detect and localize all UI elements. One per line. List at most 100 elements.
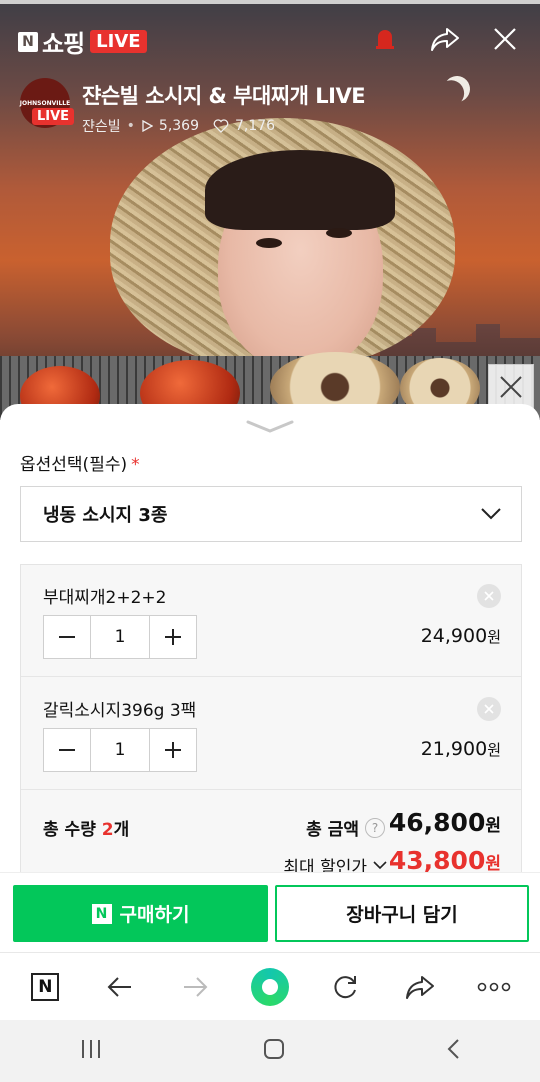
plus-icon [165,629,181,645]
discount-value: 43,800 [388,846,486,874]
selected-option: 냉동 소시지 3종 [43,505,168,526]
purchase-actions: N 구매하기 장바구니 담기 [0,872,540,952]
selected-item: 갈릭소시지396g 3팩 1 21,900원 [21,678,521,790]
add-to-cart-button[interactable]: 장바구니 담기 [275,885,529,942]
total-quantity: 총 수량 2개 [43,815,129,840]
cart-label: 장바구니 담기 [346,904,458,926]
back-arrow-icon [107,976,132,997]
decrease-button[interactable] [44,729,90,771]
remove-item-button[interactable] [477,697,501,721]
forward-button[interactable] [171,963,219,1011]
meta-separator: • [126,118,135,134]
green-dot-button[interactable] [246,963,294,1011]
video-top-actions [368,22,522,56]
total-quantity-unit: 개 [113,820,130,840]
moon-icon [440,72,473,105]
host-hair [205,150,395,230]
chevron-down-icon [246,420,294,433]
selected-items: 부대찌개2+2+2 1 24,900원 갈릭소시지396g 3팩 1 21,90… [20,564,522,874]
purchase-option-sheet: 옵션선택(필수) * 냉동 소시지 3종 부대찌개2+2+2 1 24,900원 … [0,404,540,874]
remove-item-button[interactable] [477,584,501,608]
naver-shopping-live-logo[interactable]: N 쇼핑 LIVE [18,24,147,59]
naver-home-logo: N [31,972,60,1001]
total-quantity-value: 2 [101,820,114,840]
quantity-value[interactable]: 1 [90,616,150,658]
total-amount-unit: 원 [485,816,501,836]
item-price: 24,900 [420,625,488,647]
sheet-collapse-handle[interactable] [244,418,296,438]
total-amount: 46,800원 [389,808,501,837]
item-price-row: 21,900원 [421,738,501,760]
discount-label: 최대 할인가 [283,858,367,874]
channel-name[interactable]: 쟌슨빌 [82,116,121,136]
share-button[interactable] [396,963,444,1011]
avatar-brand: JOHNSONVILLE [19,99,71,107]
chevron-left-icon [447,1039,459,1059]
share-icon[interactable] [428,22,462,56]
option-label: 옵션선택(필수) [20,455,128,475]
status-strip [0,0,540,4]
live-video[interactable]: N 쇼핑 LIVE JOHNSONVILLE LIVE 쟌슨빌 소시지 & 부대… [0,0,540,420]
discount-amount: 43,800원 [389,846,501,874]
remove-icon [484,704,494,714]
heart-icon [213,119,229,133]
host-eye [326,228,352,238]
item-price: 21,900 [420,738,488,760]
recent-apps-icon [82,1040,101,1058]
order-totals: 총 수량 2개 총 금액 ? 46,800원 최대 할인가 43,800원 [21,791,521,874]
discount-unit: 원 [485,854,501,874]
view-count: 5,369 [158,118,199,134]
selected-item: 부대찌개2+2+2 1 24,900원 [21,565,521,677]
chevron-down-icon [373,861,387,870]
discount-toggle[interactable]: 최대 할인가 [283,853,387,874]
total-quantity-label: 총 수량 [43,820,96,840]
plus-icon [165,742,181,758]
back-button[interactable] [96,963,144,1011]
refresh-button[interactable] [321,963,369,1011]
currency-unit: 원 [487,628,501,646]
help-icon[interactable]: ? [365,817,385,838]
broadcast-title: 쟌슨빌 소시지 & 부대찌개 LIVE [82,84,366,108]
bell-icon[interactable] [368,22,402,56]
buy-button[interactable]: N 구매하기 [13,885,268,942]
chevron-down-icon [481,508,501,520]
total-amount-label: 총 금액 [306,820,359,840]
home-button[interactable] [263,1038,285,1064]
item-price-row: 24,900원 [421,625,501,647]
decrease-button[interactable] [44,616,90,658]
currency-unit: 원 [487,741,501,759]
live-tag: LIVE [90,30,147,53]
recent-apps-button[interactable] [80,1039,102,1063]
browser-toolbar: N [0,952,540,1020]
share-icon [405,975,434,999]
channel-avatar[interactable]: JOHNSONVILLE LIVE [19,78,75,128]
option-select[interactable]: 냉동 소시지 3종 [20,486,522,542]
host-eye [256,238,282,248]
increase-button[interactable] [150,616,196,658]
home-icon [263,1039,284,1059]
minus-icon [59,636,75,638]
more-button[interactable] [470,963,518,1011]
avatar-live-badge: LIVE [32,108,75,125]
naver-pay-logo: N [91,903,112,924]
item-name: 갈릭소시지396g 3팩 [43,701,197,721]
shopping-title: 쇼핑 [42,30,85,58]
total-amount-value: 46,800 [388,808,486,837]
close-icon[interactable] [488,22,522,56]
forward-arrow-icon [184,976,208,997]
quantity-stepper: 1 [43,728,197,772]
required-mark: * [131,455,140,475]
buy-label: 구매하기 [119,904,190,926]
quantity-value[interactable]: 1 [90,729,150,771]
back-nav-button[interactable] [446,1038,460,1064]
naver-home-button[interactable]: N [21,963,69,1011]
green-dot-icon [250,967,289,1006]
system-navigation-bar [0,1020,540,1082]
close-icon [500,376,522,398]
increase-button[interactable] [150,729,196,771]
minus-icon [59,749,75,751]
refresh-icon [334,975,356,998]
naver-logo: N [18,31,38,52]
option-label-row: 옵션선택(필수) * [20,450,140,475]
channel-info: JOHNSONVILLE LIVE 쟌슨빌 소시지 & 부대찌개 LIVE 쟌슨… [19,78,366,136]
